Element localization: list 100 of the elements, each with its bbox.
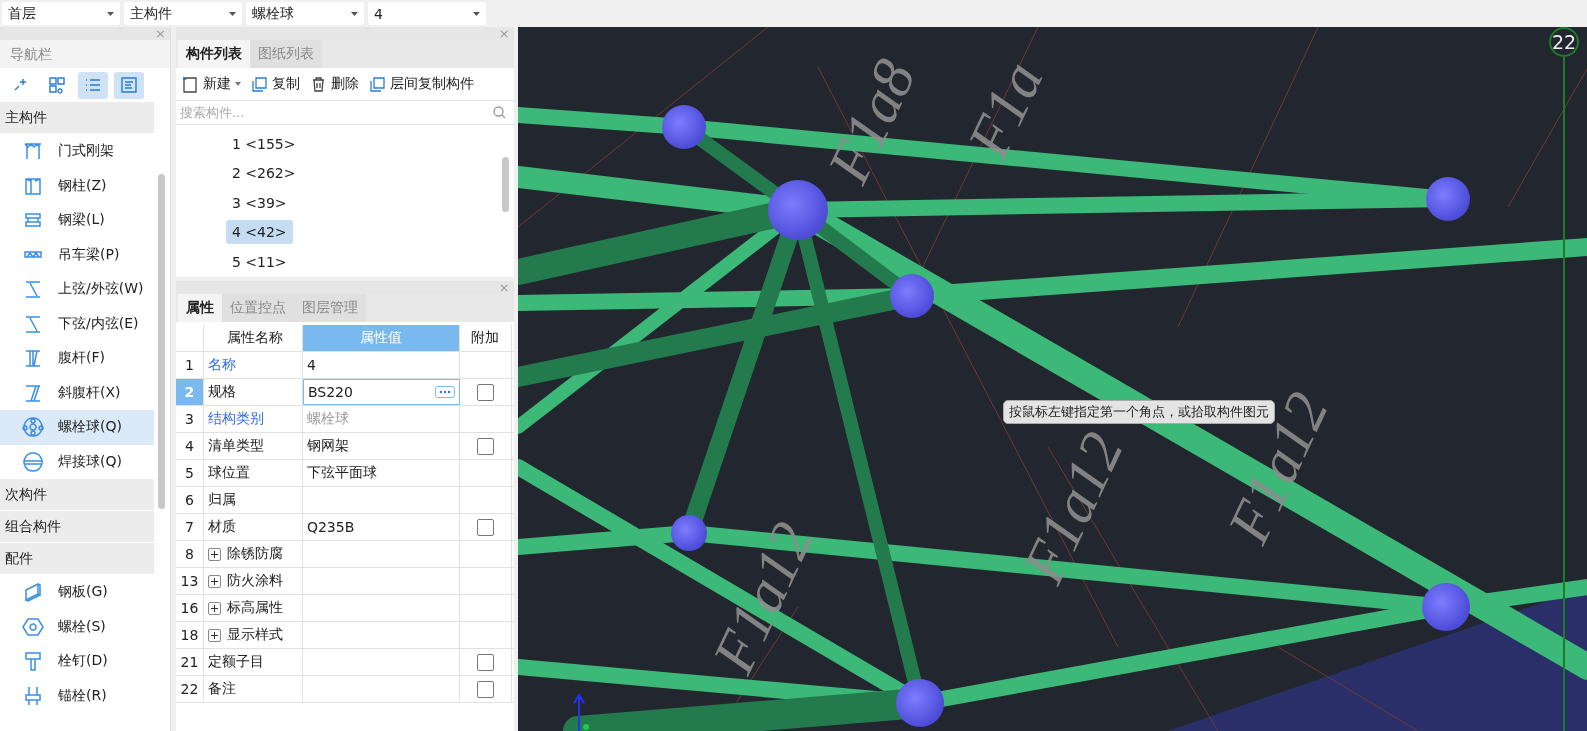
checkbox[interactable] <box>476 518 494 536</box>
dropdown[interactable]: 4 <box>368 2 486 25</box>
member-label: F1a12 <box>699 512 826 683</box>
caret-icon <box>107 11 114 16</box>
nut-icon <box>22 615 44 638</box>
nav-item[interactable]: 栓钉(D) <box>0 644 154 679</box>
row-number: 22 <box>175 676 204 702</box>
new-file-icon <box>181 75 199 93</box>
property-name: 除锈防腐 <box>226 545 283 563</box>
nav-item[interactable]: 斜腹杆(X) <box>0 375 154 410</box>
stud-icon <box>22 650 44 673</box>
row-number: 5 <box>175 460 204 486</box>
property-value: BS220 <box>307 384 353 400</box>
property-value: 钢网架 <box>306 437 349 455</box>
copy-icon <box>250 75 268 93</box>
tab[interactable]: 属性 <box>177 294 222 322</box>
caret-icon <box>229 11 236 16</box>
nav-item[interactable]: 螺栓(S) <box>0 609 154 644</box>
component-item[interactable]: 2 <262> <box>225 161 302 186</box>
nav-item[interactable]: 门式刚架 <box>0 134 154 169</box>
member-label: F1a12 <box>1009 422 1136 593</box>
checkbox[interactable] <box>476 653 494 671</box>
search-icon <box>492 106 506 119</box>
property-value: 螺栓球 <box>306 410 349 428</box>
anchor-bolt-icon <box>22 684 44 707</box>
dropdown[interactable]: 螺栓球 <box>246 2 364 25</box>
property-name: 名称 <box>207 356 236 374</box>
tab[interactable]: 构件列表 <box>177 40 250 68</box>
row-number: 7 <box>175 514 204 540</box>
property-name: 备注 <box>207 680 236 698</box>
expand-icon[interactable] <box>207 601 221 615</box>
row-number: 21 <box>175 649 204 675</box>
property-name: 清单类型 <box>207 437 264 455</box>
expand-icon[interactable] <box>207 547 221 561</box>
property-name: 防火涂料 <box>226 572 283 590</box>
checkbox[interactable] <box>476 383 494 401</box>
nav-item[interactable]: 吊车梁(P) <box>0 237 154 272</box>
row-number: 13 <box>175 568 204 594</box>
nav-item[interactable]: 下弦/内弦(E) <box>0 306 154 341</box>
dropdown[interactable]: 主构件 <box>124 2 242 25</box>
group-header[interactable]: 配件 <box>0 543 154 574</box>
row-number: 1 <box>175 352 204 378</box>
nav-item[interactable]: 钢梁(L) <box>0 203 154 238</box>
axis-label: 22 <box>1548 27 1579 57</box>
property-value: Q235B <box>306 519 355 535</box>
panel-title: 导航栏 <box>0 40 170 68</box>
nav-item[interactable]: 螺栓球(Q) <box>0 410 154 445</box>
property-name: 规格 <box>207 383 236 401</box>
component-item[interactable]: 4 <42> <box>225 220 293 245</box>
member-label: F1a8 <box>814 49 928 193</box>
caret-icon <box>351 11 358 16</box>
dropdown[interactable]: 首层 <box>2 2 120 25</box>
axis-gizmo-icon <box>572 693 589 731</box>
property-value: 4 <box>306 357 316 373</box>
checkbox[interactable] <box>476 437 494 455</box>
caret-icon <box>473 11 480 16</box>
copy-icon <box>368 75 386 93</box>
row-number: 8 <box>175 541 204 567</box>
property-name: 结构类别 <box>207 410 264 428</box>
row-number: 3 <box>175 406 204 432</box>
nav-item[interactable]: 上弦/外弦(W) <box>0 272 154 307</box>
copy-between-floors-button[interactable]: 层间复制构件 <box>366 73 476 95</box>
copy-button[interactable]: 复制 <box>248 73 302 95</box>
column-header[interactable]: 附加 <box>459 325 512 351</box>
property-value: 下弦平面球 <box>306 464 377 482</box>
delete-button[interactable]: 删除 <box>307 73 361 95</box>
row-number: 18 <box>175 622 204 648</box>
new-button[interactable]: 新建 <box>179 73 243 95</box>
group-header[interactable]: 次构件 <box>0 479 154 510</box>
property-name: 定额子目 <box>207 653 264 671</box>
detail-view-icon[interactable] <box>114 71 144 99</box>
property-name: 材质 <box>207 518 236 536</box>
nav-item[interactable]: 钢柱(Z) <box>0 168 154 203</box>
more-icon[interactable] <box>434 386 455 398</box>
group-header[interactable]: 主构件 <box>0 102 154 133</box>
checkbox[interactable] <box>476 680 494 698</box>
nav-item[interactable]: 锚栓(R) <box>0 678 154 713</box>
nav-item[interactable]: 腹杆(F) <box>0 341 154 376</box>
property-name: 归属 <box>207 491 236 509</box>
expand-icon[interactable] <box>207 574 221 588</box>
property-name: 显示样式 <box>226 626 283 644</box>
list-view-icon[interactable] <box>78 71 108 99</box>
row-number: 2 <box>175 379 204 405</box>
component-item[interactable]: 1 <155> <box>225 131 302 156</box>
nav-item[interactable]: 焊接球(Q) <box>0 444 154 479</box>
plate-icon <box>22 581 44 604</box>
property-name: 标高属性 <box>226 599 283 617</box>
member-label: F1a <box>954 52 1056 168</box>
scrollbar[interactable] <box>157 174 165 509</box>
column-header[interactable]: 属性名称 <box>203 325 303 351</box>
row-number: 4 <box>175 433 204 459</box>
component-item[interactable]: 5 <11> <box>225 249 293 274</box>
group-header[interactable]: 组合构件 <box>0 511 154 542</box>
component-item[interactable]: 3 <39> <box>225 190 293 215</box>
expand-icon[interactable] <box>207 628 221 642</box>
scrollbar[interactable] <box>501 157 509 212</box>
caret-icon <box>234 82 241 86</box>
row-number: 6 <box>175 487 204 513</box>
row-number: 16 <box>175 595 204 621</box>
nav-item[interactable]: 钢板(G) <box>0 575 154 610</box>
